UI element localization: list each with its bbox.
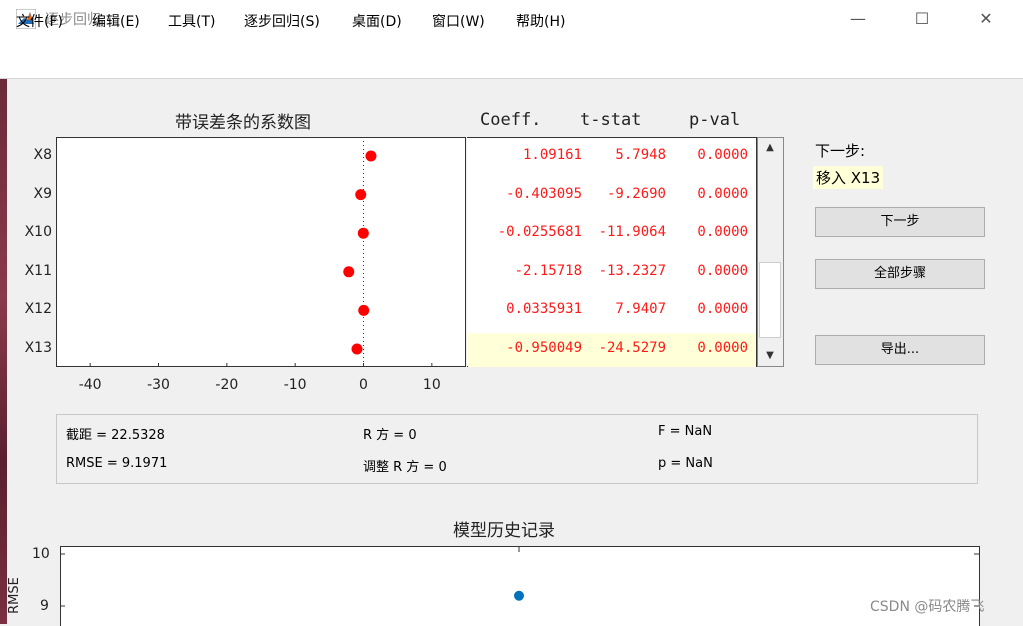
col-header-tstat: t-stat bbox=[580, 110, 642, 130]
export-button[interactable]: 导出... bbox=[815, 335, 985, 365]
table-cell: 0.0000 bbox=[697, 185, 748, 202]
table-cell: -0.0255681 bbox=[497, 224, 582, 241]
coef-plot-svg bbox=[89, 137, 433, 367]
watermark: CSDN @码农腾飞 bbox=[870, 599, 985, 615]
table-cell: 0.0000 bbox=[697, 224, 748, 241]
coef-point-x11[interactable] bbox=[343, 266, 355, 278]
coef-point-x9[interactable] bbox=[355, 189, 367, 201]
stat-r2: R 方 = 0 bbox=[363, 428, 417, 443]
stats-panel bbox=[56, 414, 978, 484]
coef-point-x10[interactable] bbox=[357, 227, 369, 239]
history-ytick-10: 10 bbox=[32, 546, 50, 562]
table-cell: 1.09161 bbox=[522, 147, 582, 163]
table-cell: 0.0000 bbox=[697, 340, 748, 356]
coef-xtick-label: -10 bbox=[283, 377, 307, 393]
coef-point-x8[interactable] bbox=[365, 150, 377, 162]
coef-ytick-label: X11 bbox=[24, 262, 52, 279]
next-step-button[interactable]: 下一步 bbox=[815, 207, 985, 237]
table-cell: -13.2327 bbox=[598, 262, 666, 279]
history-plot-title: 模型历史记录 bbox=[453, 521, 555, 541]
history-ylabel: RMSE bbox=[6, 577, 22, 614]
menu-edit[interactable]: 编辑(E) bbox=[92, 11, 140, 31]
table-cell: 0.0335931 bbox=[506, 301, 582, 318]
table-cell: -11.9064 bbox=[598, 224, 666, 241]
all-steps-button[interactable]: 全部步骤 bbox=[815, 259, 985, 289]
stat-f: F = NaN bbox=[658, 424, 713, 439]
close-button[interactable]: ✕ bbox=[968, 6, 1004, 32]
coef-ytick-label: X9 bbox=[33, 185, 53, 202]
minimize-button[interactable]: — bbox=[840, 6, 876, 32]
table-cell: -9.2690 bbox=[606, 185, 666, 202]
menu-help[interactable]: 帮助(H) bbox=[516, 11, 565, 31]
next-step-label: 下一步: bbox=[815, 142, 866, 160]
stat-intercept: 截距 = 22.5328 bbox=[66, 428, 165, 443]
next-step-action: 移入 X13 bbox=[813, 166, 884, 189]
table-cell: 5.7948 bbox=[615, 147, 666, 163]
table-cell: 0.0000 bbox=[697, 147, 748, 163]
coef-xtick-label: 0 bbox=[359, 377, 368, 393]
col-header-pval: p-val bbox=[689, 110, 741, 130]
table-cell: 0.0000 bbox=[697, 301, 748, 318]
menu-bar bbox=[0, 38, 1023, 79]
scroll-thumb[interactable] bbox=[759, 262, 781, 338]
maximize-button[interactable]: ☐ bbox=[904, 6, 940, 32]
table-cell: -24.5279 bbox=[598, 340, 666, 356]
coef-ytick-label: X10 bbox=[24, 224, 52, 241]
menu-file[interactable]: 文件(F) bbox=[16, 11, 63, 31]
coef-plot-title: 带误差条的系数图 bbox=[175, 113, 311, 133]
scroll-down-icon[interactable]: ▼ bbox=[759, 347, 781, 365]
coef-ytick-label: X12 bbox=[24, 301, 52, 318]
coef-xtick-label: -40 bbox=[78, 377, 102, 393]
coef-point-x12[interactable] bbox=[358, 304, 370, 316]
coef-ytick-label: X8 bbox=[33, 147, 53, 163]
history-ytick-9: 9 bbox=[40, 598, 49, 614]
table-cell: -0.403095 bbox=[506, 185, 582, 202]
coef-xtick-label: -30 bbox=[147, 377, 170, 393]
coef-ytick-label: X13 bbox=[24, 340, 52, 356]
coef-point-x13[interactable] bbox=[351, 343, 363, 355]
table-cell: -0.950049 bbox=[506, 340, 582, 356]
stat-p: p = NaN bbox=[658, 456, 713, 471]
stat-adj-r2: 调整 R 方 = 0 bbox=[363, 460, 447, 475]
coef-xtick-label: 10 bbox=[422, 377, 441, 393]
coef-xtick-label: -20 bbox=[215, 377, 239, 393]
table-cell: 7.9407 bbox=[615, 301, 666, 318]
stat-rmse: RMSE = 9.1971 bbox=[66, 456, 168, 471]
history-point[interactable] bbox=[514, 590, 524, 601]
table-cell: -2.15718 bbox=[514, 262, 582, 279]
history-plot-svg bbox=[60, 546, 980, 607]
menu-window[interactable]: 窗口(W) bbox=[432, 11, 485, 31]
menu-stepwise[interactable]: 逐步回归(S) bbox=[244, 11, 320, 31]
table-cell: 0.0000 bbox=[697, 262, 748, 279]
menu-tools[interactable]: 工具(T) bbox=[168, 11, 215, 31]
background-edge bbox=[0, 79, 7, 624]
scroll-up-icon[interactable]: ▲ bbox=[759, 139, 781, 157]
menu-desktop[interactable]: 桌面(D) bbox=[352, 11, 402, 31]
col-header-coeff: Coeff. bbox=[480, 110, 542, 130]
